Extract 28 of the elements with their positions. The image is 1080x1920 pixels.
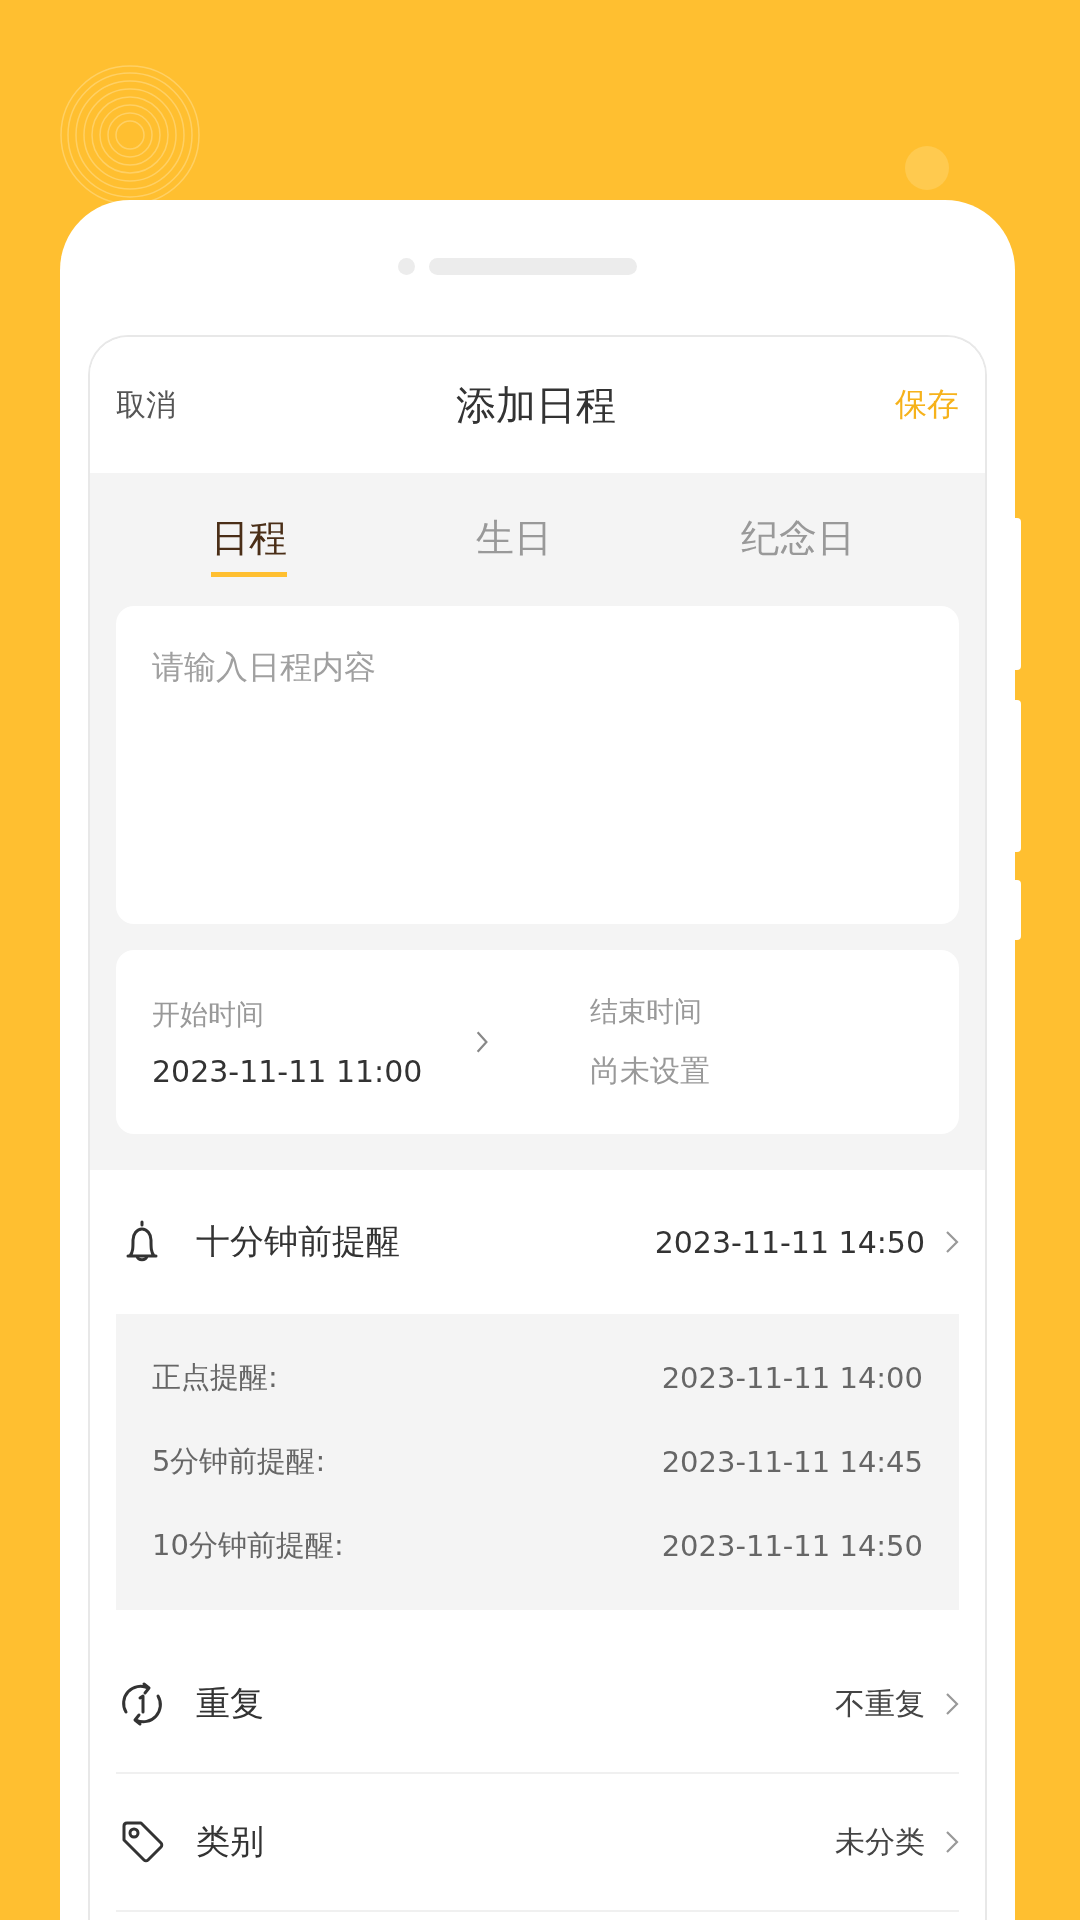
start-time-label: 开始时间 xyxy=(152,996,265,1033)
end-time-label: 结束时间 xyxy=(589,993,703,1030)
tab[interactable]: 日程 xyxy=(210,502,287,577)
setting-label: 重复 xyxy=(196,1682,265,1725)
reminder-time: 2023-11-11 14:50 xyxy=(654,1224,925,1260)
reminder-option-time: 2023-11-11 14:50 xyxy=(661,1529,923,1563)
reminder-option-label: 正点提醒: xyxy=(152,1359,278,1396)
reminder-option-label: 10分钟前提醒: xyxy=(152,1527,344,1564)
reminder-row[interactable]: 十分钟前提醒 2023-11-11 14:50 xyxy=(116,1170,959,1314)
circle-decoration xyxy=(905,146,949,190)
setting-label: 类别 xyxy=(196,1820,265,1863)
time-card[interactable]: 开始时间 2023-11-11 11:00 结束时间 尚未设置 xyxy=(116,950,959,1134)
chevron-right-icon xyxy=(945,1691,959,1717)
content-input-field[interactable]: 请输入日程内容 xyxy=(116,606,959,924)
repeat-row[interactable]: 重复 不重复 xyxy=(116,1636,959,1774)
reminder-option-time: 2023-11-11 14:00 xyxy=(661,1361,923,1395)
end-time-value: 尚未设置 xyxy=(589,1051,711,1090)
chevron-right-icon xyxy=(945,1229,959,1255)
reminder-option-label: 5分钟前提醒: xyxy=(152,1443,326,1480)
cancel-button[interactable]: 取消 xyxy=(116,384,176,426)
category-row[interactable]: 类别 未分类 xyxy=(116,1774,959,1912)
start-time-value: 2023-11-11 11:00 xyxy=(152,1053,424,1089)
chevron-right-icon xyxy=(945,1829,959,1855)
setting-value: 未分类 xyxy=(835,1822,925,1861)
reminder-option-time: 2023-11-11 14:45 xyxy=(661,1445,923,1479)
reminder-label: 十分钟前提醒 xyxy=(196,1220,401,1263)
setting-value: 不重复 xyxy=(835,1684,925,1723)
screen-title: 添加日程 xyxy=(455,380,616,430)
